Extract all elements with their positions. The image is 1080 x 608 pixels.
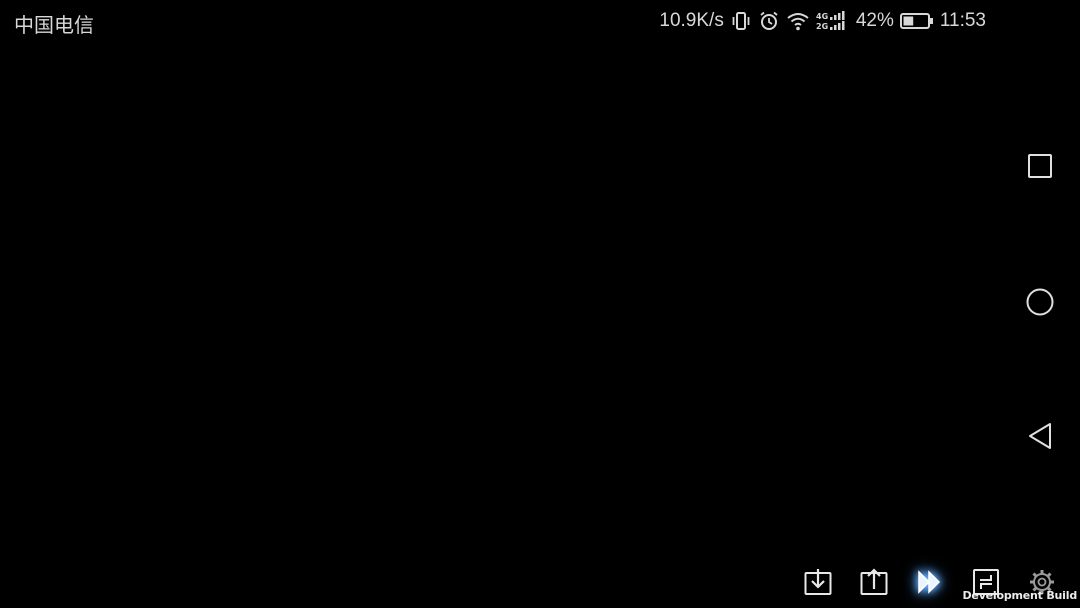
status-bar: 中国电信 10.9K/s 4G 2G 42% 11:53	[0, 0, 1000, 40]
recent-apps-button[interactable]	[1022, 150, 1058, 186]
upload-icon	[859, 567, 889, 602]
recent-apps-icon	[1026, 152, 1054, 185]
carrier-name: 中国电信	[14, 13, 94, 37]
upload-button[interactable]	[856, 566, 892, 602]
network-speed: 10.9K/s	[659, 10, 724, 31]
svg-text:4G: 4G	[816, 12, 828, 21]
vibrate-icon	[730, 10, 752, 32]
back-button[interactable]	[1022, 420, 1058, 456]
fast-forward-icon	[915, 567, 945, 602]
home-button[interactable]	[1022, 286, 1058, 322]
download-button[interactable]	[800, 566, 836, 602]
alarm-icon	[758, 10, 780, 32]
navigation-bar	[1000, 100, 1080, 510]
fast-forward-button[interactable]	[912, 566, 948, 602]
game-screen[interactable]: 中国电信 10.9K/s 4G 2G 42% 11:53 Development…	[0, 0, 1080, 608]
home-icon	[1025, 287, 1055, 322]
back-icon	[1026, 421, 1054, 456]
svg-text:2G: 2G	[816, 22, 828, 31]
download-icon	[803, 567, 833, 602]
signal-4g-2g-icon: 4G 2G	[816, 10, 850, 32]
wifi-icon	[786, 10, 810, 32]
battery-icon	[899, 12, 934, 30]
development-build-label: Development Build	[962, 589, 1078, 602]
status-indicators: 10.9K/s 4G 2G 42% 11:53	[659, 8, 986, 34]
battery-percent: 42%	[855, 10, 894, 31]
clock: 11:53	[939, 10, 986, 31]
